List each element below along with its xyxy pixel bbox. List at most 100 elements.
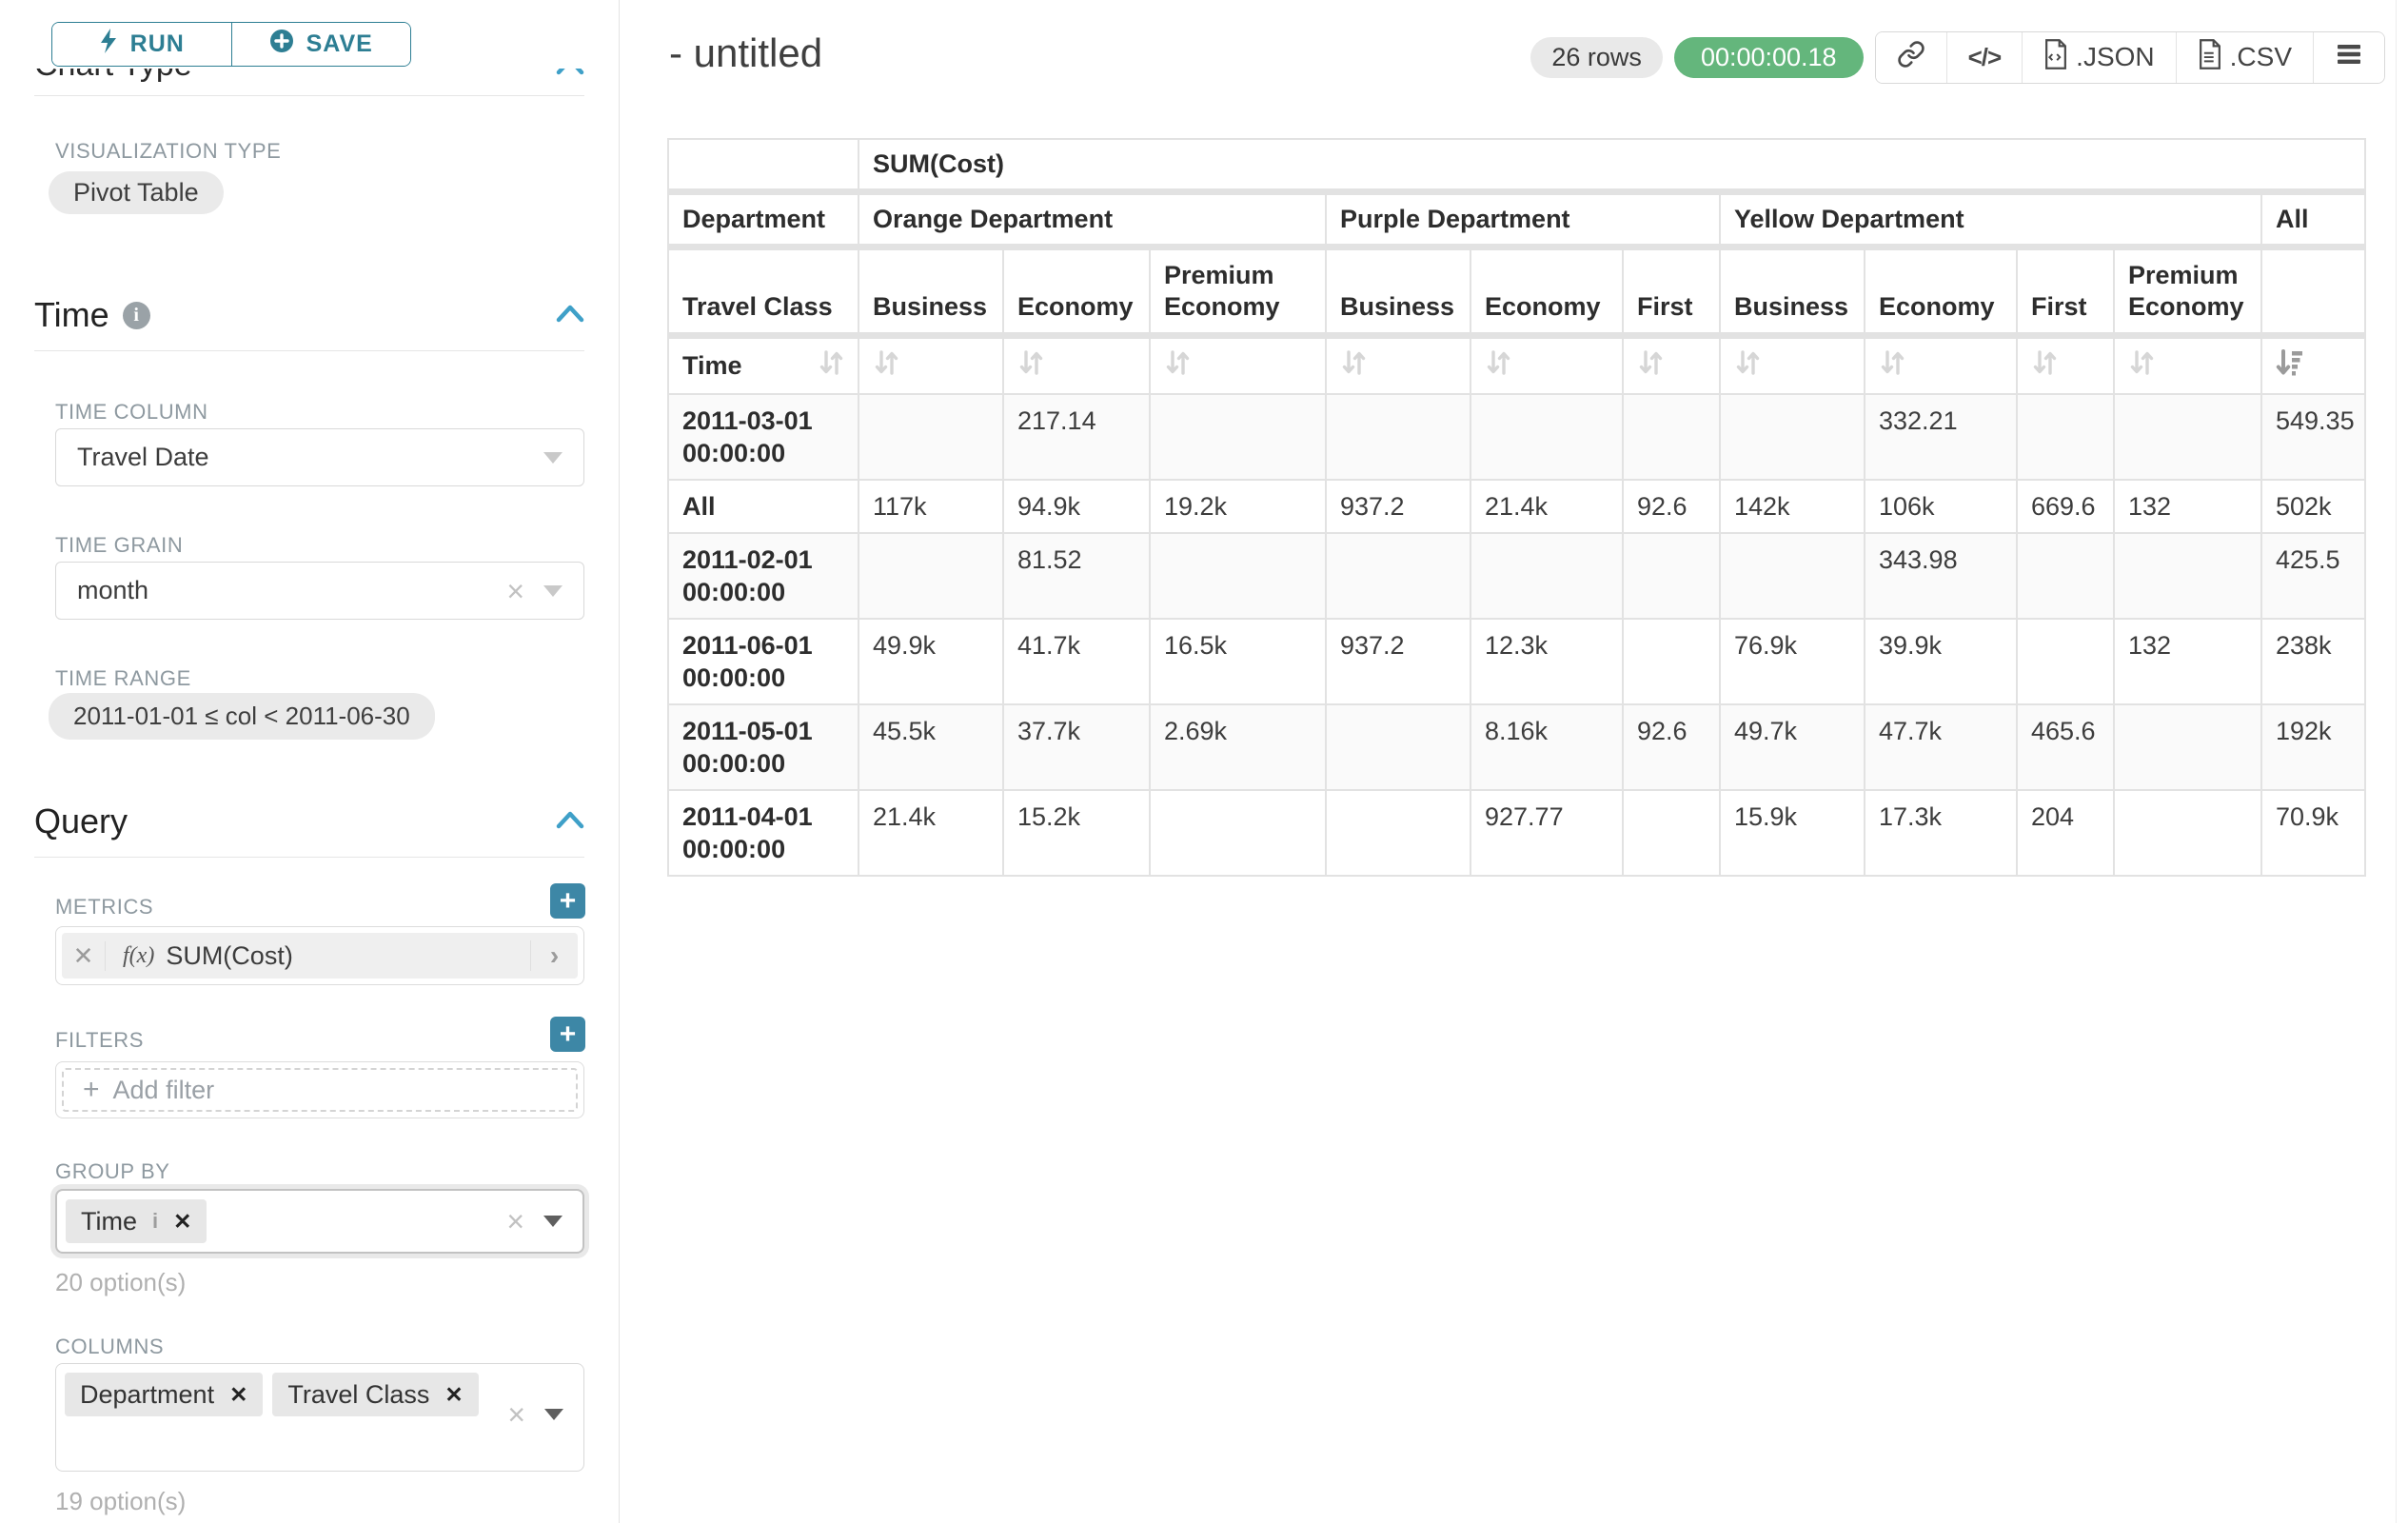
export-csv-label: .CSV	[2230, 42, 2292, 72]
clear-icon[interactable]: ×	[507, 1399, 525, 1430]
value-cell: 81.52	[1003, 533, 1150, 619]
department-group-cell: Purple Department	[1326, 192, 1720, 247]
sort-icon[interactable]	[1164, 348, 1191, 384]
travel-class-cell: Economy	[1470, 247, 1623, 336]
share-link-button[interactable]	[1876, 32, 1946, 83]
sort-cell[interactable]	[1470, 336, 1623, 395]
value-cell	[1150, 533, 1326, 619]
value-cell: 12.3k	[1470, 619, 1623, 704]
save-button-label: SAVE	[306, 30, 373, 58]
sort-cell[interactable]	[1865, 336, 2017, 395]
sort-icon[interactable]	[1017, 348, 1044, 384]
add-filter-button[interactable]: +	[550, 1017, 585, 1052]
sort-cell[interactable]	[1003, 336, 1150, 395]
chevron-up-icon[interactable]	[556, 809, 584, 835]
selected-option-tag[interactable]: Travel Class✕	[272, 1373, 478, 1416]
travel-class-cell: First	[2017, 247, 2114, 336]
value-cell	[2017, 619, 2114, 704]
selected-option-tag[interactable]: Department✕	[65, 1373, 263, 1416]
sort-icon[interactable]	[818, 348, 844, 384]
value-cell: 92.6	[1623, 704, 1720, 790]
sort-cell[interactable]	[1150, 336, 1326, 395]
remove-metric-icon[interactable]: ✕	[62, 941, 106, 971]
value-cell: 937.2	[1326, 619, 1470, 704]
value-cell: 49.9k	[859, 619, 1003, 704]
csv-file-icon	[2198, 39, 2222, 76]
sort-icon[interactable]	[1734, 348, 1761, 384]
code-icon: </>	[1968, 43, 2002, 72]
value-cell: 37.7k	[1003, 704, 1150, 790]
value-cell	[2114, 533, 2261, 619]
chevron-down-icon[interactable]	[544, 1409, 563, 1420]
embed-code-button[interactable]: </>	[1946, 32, 2023, 83]
sort-desc-cell[interactable]	[2261, 336, 2365, 395]
sort-icon[interactable]	[873, 348, 899, 384]
value-cell: 238k	[2261, 619, 2365, 704]
sort-cell[interactable]	[2114, 336, 2261, 395]
remove-tag-icon[interactable]: ✕	[229, 1382, 247, 1408]
time-grain-value: month	[77, 576, 148, 605]
sort-cell[interactable]	[859, 336, 1003, 395]
sort-icon[interactable]	[2128, 348, 2155, 384]
remove-tag-icon[interactable]: ✕	[173, 1209, 191, 1235]
chevron-down-icon[interactable]	[543, 1216, 563, 1227]
sort-icon[interactable]	[1485, 348, 1511, 384]
divider	[34, 857, 584, 858]
selected-option-tag[interactable]: Timei✕	[66, 1199, 207, 1243]
columns-select[interactable]: Department✕Travel Class✕ ×	[55, 1363, 584, 1472]
expand-metric-icon[interactable]: ›	[530, 940, 578, 971]
query-section-header[interactable]: Query	[34, 801, 584, 841]
time-grain-select[interactable]: month ×	[55, 562, 584, 620]
visualization-type-value[interactable]: Pivot Table	[49, 171, 224, 214]
sort-icon[interactable]	[1637, 348, 1664, 384]
department-group-cell: All	[2261, 192, 2365, 247]
export-json-button[interactable]: .JSON	[2022, 32, 2175, 83]
sort-cell[interactable]	[1326, 336, 1470, 395]
sort-cell[interactable]	[1623, 336, 1720, 395]
chevron-up-icon[interactable]	[556, 303, 584, 328]
columns-tags: Department✕Travel Class✕	[65, 1373, 488, 1416]
save-button[interactable]: SAVE	[231, 23, 411, 66]
value-cell: 17.3k	[1865, 790, 2017, 876]
add-metric-button[interactable]: +	[550, 883, 585, 919]
value-cell: 49.7k	[1720, 704, 1865, 790]
add-filter-placeholder: Add filter	[113, 1076, 215, 1105]
sort-desc-icon[interactable]	[2276, 348, 2304, 384]
time-heading: Time	[34, 295, 109, 335]
sort-cell[interactable]	[2017, 336, 2114, 395]
sort-icon[interactable]	[1879, 348, 1905, 384]
run-button[interactable]: RUN	[52, 23, 231, 66]
value-cell	[1720, 533, 1865, 619]
sort-icon[interactable]	[1340, 348, 1367, 384]
value-cell: 669.6	[2017, 480, 2114, 533]
time-section-header[interactable]: Time i	[34, 295, 584, 335]
add-filter-dropzone[interactable]: + Add filter	[62, 1068, 578, 1112]
query-timer-badge: 00:00:00.18	[1674, 37, 1864, 78]
value-cell: 70.9k	[2261, 790, 2365, 876]
metric-item[interactable]: ✕ f(x) SUM(Cost) ›	[62, 933, 578, 979]
chevron-down-icon[interactable]	[543, 585, 563, 597]
time-range-label: TIME RANGE	[55, 666, 191, 691]
clear-icon[interactable]: ×	[506, 576, 524, 606]
value-cell: 16.5k	[1150, 619, 1326, 704]
row-label-cell: 2011-06-01 00:00:00	[668, 619, 859, 704]
metrics-label: METRICS	[55, 895, 153, 920]
value-cell: 19.2k	[1150, 480, 1326, 533]
clear-icon[interactable]: ×	[506, 1206, 524, 1236]
chart-title[interactable]: - untitled	[669, 30, 822, 76]
travel-class-cell: Premium Economy	[2114, 247, 2261, 336]
time-column-select[interactable]: Travel Date	[55, 428, 584, 486]
remove-tag-icon[interactable]: ✕	[444, 1382, 463, 1408]
scrollbar-track[interactable]	[2396, 0, 2397, 1523]
sort-cell[interactable]	[1720, 336, 1865, 395]
control-panel: Chart Type RUN SAVE VISUALIZATION TYPE P…	[0, 0, 620, 1523]
value-cell	[1720, 394, 1865, 480]
value-cell: 76.9k	[1720, 619, 1865, 704]
export-csv-button[interactable]: .CSV	[2176, 32, 2313, 83]
chevron-down-icon[interactable]	[543, 452, 563, 464]
sort-icon[interactable]	[2031, 348, 2058, 384]
time-sort-cell[interactable]: Time	[668, 336, 859, 395]
time-range-value[interactable]: 2011-01-01 ≤ col < 2011-06-30	[49, 693, 435, 740]
menu-button[interactable]	[2313, 32, 2384, 83]
group-by-select[interactable]: Timei✕ ×	[55, 1189, 584, 1254]
